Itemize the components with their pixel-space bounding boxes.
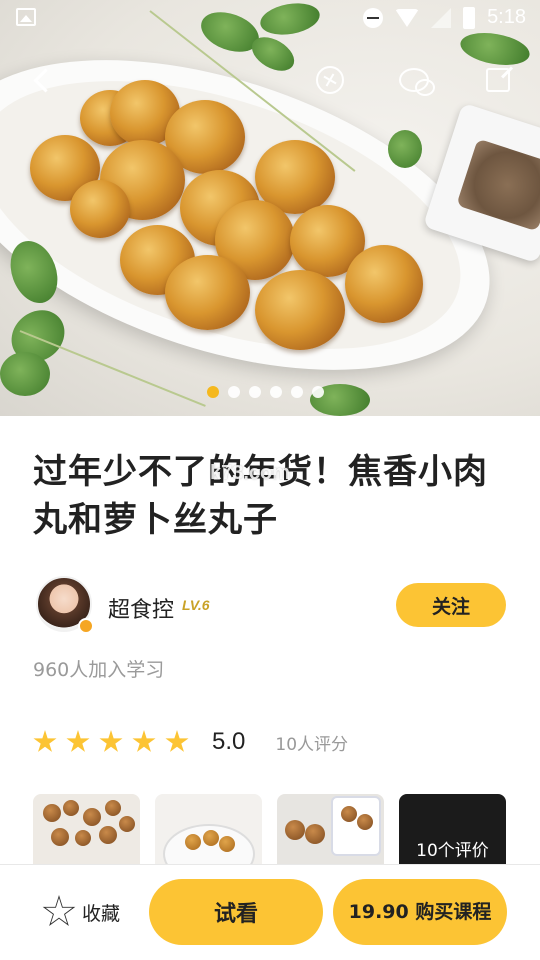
collect-button[interactable]: 收藏 (42, 895, 120, 929)
carousel-dot[interactable] (207, 386, 219, 398)
wechat-icon[interactable] (396, 62, 435, 98)
rating-count: 10人评分 (275, 734, 349, 755)
image-notification-icon (16, 8, 36, 26)
do-not-disturb-icon (363, 7, 384, 28)
star-icon (99, 730, 123, 752)
aperture-icon[interactable] (312, 62, 348, 98)
review-thumbnail[interactable] (33, 794, 140, 864)
trial-button[interactable]: 试看 (149, 879, 323, 945)
author-name[interactable]: 超食控 (108, 592, 174, 624)
author-row: 超食控 LV.6 关注 (36, 576, 506, 636)
review-thumbnail[interactable] (277, 794, 384, 864)
review-more-label: 10个评价 (416, 841, 489, 861)
review-more-thumbnail[interactable]: 10个评价 (399, 794, 506, 864)
review-thumbnail[interactable] (155, 794, 262, 864)
verified-badge-icon (78, 618, 94, 634)
signal-icon (431, 7, 452, 28)
carousel-dot[interactable] (312, 386, 324, 398)
follow-button[interactable]: 关注 (396, 583, 506, 627)
carousel-dot[interactable] (228, 386, 240, 398)
carousel-dot[interactable] (291, 386, 303, 398)
carousel-dot[interactable] (270, 386, 282, 398)
star-icon (33, 730, 57, 752)
carousel-dot[interactable] (249, 386, 261, 398)
rating-score: 5.0 (212, 728, 246, 755)
rating-row: 5.0 10人评分 (33, 722, 348, 762)
back-icon[interactable] (24, 62, 60, 98)
status-bar: 5:18 (0, 0, 540, 36)
carousel-indicator (207, 386, 324, 398)
author-level: LV.6 (182, 597, 210, 613)
collect-label: 收藏 (82, 902, 121, 925)
star-icon (165, 730, 189, 752)
wifi-icon (395, 8, 420, 27)
status-time: 5:18 (487, 6, 526, 28)
review-thumbnails: 10个评价 (33, 794, 508, 864)
star-outline-icon (42, 895, 76, 926)
watermark: k73.com (210, 462, 291, 484)
bottom-action-bar: 收藏 试看 19.90 购买课程 (0, 864, 540, 960)
buy-course-button[interactable]: 19.90 购买课程 (333, 879, 507, 945)
share-icon[interactable] (480, 62, 516, 98)
star-icon (66, 730, 90, 752)
battery-icon (463, 6, 476, 29)
learners-count: 960人加入学习 (33, 659, 165, 681)
hero-image[interactable]: 5:18 (0, 0, 540, 416)
star-icon (132, 730, 156, 752)
